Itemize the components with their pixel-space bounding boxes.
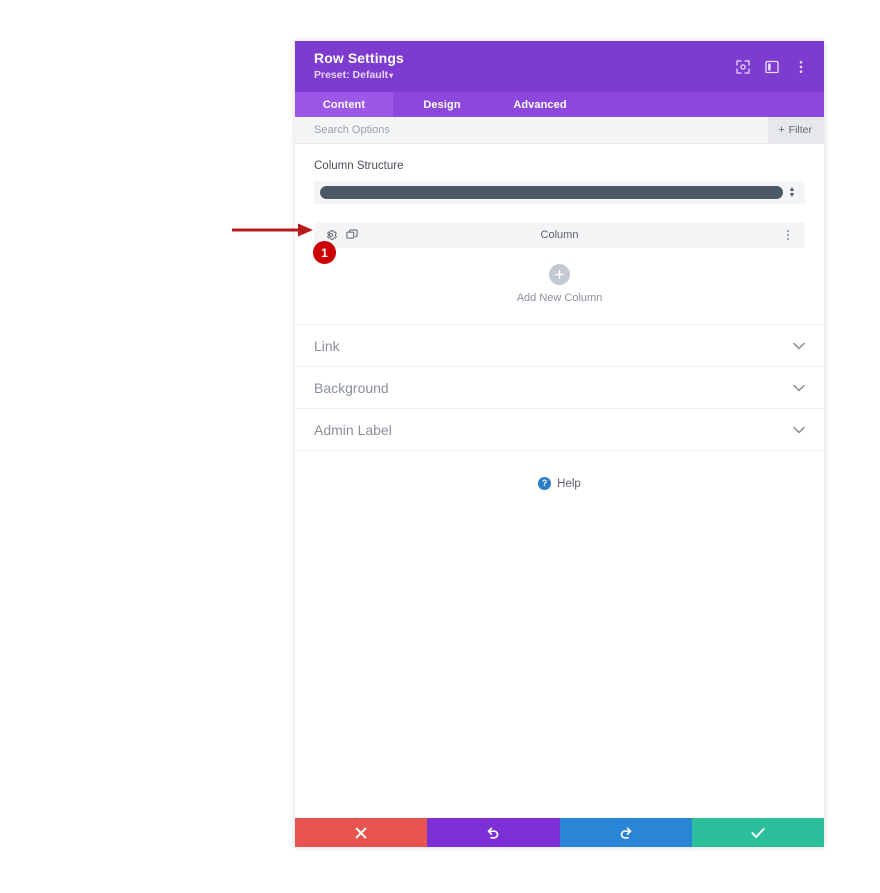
chevron-down-icon: [792, 339, 805, 352]
redo-icon: [619, 826, 633, 840]
add-new-column-label: Add New Column: [516, 292, 603, 304]
duplicate-icon[interactable]: [346, 229, 358, 241]
column-structure-section: Column Structure ▲ ▼: [295, 144, 824, 204]
accordion-background[interactable]: Background: [295, 366, 824, 408]
more-options-icon[interactable]: [782, 229, 794, 241]
preset-label: Preset: Default: [314, 69, 389, 81]
column-structure-preview: [320, 186, 783, 199]
column-structure-select[interactable]: ▲ ▼: [314, 181, 805, 204]
preset-caret-icon: ▾: [389, 71, 394, 80]
accordion-background-label: Background: [314, 379, 389, 396]
panel-body: Column Structure ▲ ▼ Column Add New Colu…: [295, 144, 824, 818]
column-list: Column Add New Column: [295, 204, 824, 324]
panel-header-icons: [735, 59, 808, 74]
cancel-button[interactable]: [295, 818, 428, 847]
accordion-link-label: Link: [314, 337, 340, 354]
help-label: Help: [557, 477, 581, 490]
add-new-column-button[interactable]: Add New Column: [314, 248, 805, 324]
table-row[interactable]: Column: [314, 222, 805, 248]
search-bar: + Filter: [295, 117, 824, 144]
close-icon: [355, 827, 367, 839]
filter-button-label: Filter: [788, 124, 812, 136]
redo-button[interactable]: [559, 818, 692, 847]
preset-selector[interactable]: Preset: Default▾: [314, 68, 404, 83]
column-row-actions: [325, 229, 358, 241]
undo-icon: [486, 826, 500, 840]
annotation-badge-1: 1: [313, 241, 336, 264]
accordion-admin-label-label: Admin Label: [314, 421, 392, 438]
filter-button[interactable]: + Filter: [768, 117, 824, 143]
more-options-icon[interactable]: [793, 59, 808, 74]
panel-header-titles: Row Settings Preset: Default▾: [314, 50, 404, 83]
row-settings-panel: Row Settings Preset: Default▾ Content De…: [295, 41, 824, 847]
help-icon: ?: [538, 477, 552, 490]
arrow-down-icon: ▼: [788, 192, 796, 199]
column-structure-label: Column Structure: [314, 160, 404, 172]
search-input[interactable]: [314, 124, 769, 136]
gear-icon[interactable]: [325, 229, 337, 241]
tab-advanced[interactable]: Advanced: [491, 92, 589, 117]
fullscreen-icon[interactable]: [735, 59, 750, 74]
help-link[interactable]: ? Help: [295, 450, 824, 490]
undo-button[interactable]: [427, 818, 560, 847]
accordion-link[interactable]: Link: [295, 324, 824, 366]
tab-content[interactable]: Content: [295, 92, 393, 117]
save-button[interactable]: [691, 818, 824, 847]
chevron-down-icon: [792, 423, 805, 436]
split-view-icon[interactable]: [764, 59, 779, 74]
plus-icon: +: [778, 123, 785, 136]
accordion-admin-label[interactable]: Admin Label: [295, 408, 824, 450]
column-structure-stepper[interactable]: ▲ ▼: [783, 186, 801, 199]
settings-tab-bar: Content Design Advanced: [295, 92, 824, 117]
chevron-down-icon: [792, 381, 805, 394]
check-icon: [751, 827, 765, 839]
column-row-label: Column: [540, 229, 579, 241]
action-bar: [295, 818, 824, 847]
plus-icon: [549, 264, 570, 285]
panel-header: Row Settings Preset: Default▾: [295, 41, 824, 92]
tab-design[interactable]: Design: [393, 92, 491, 117]
page-title: Row Settings: [314, 50, 404, 66]
